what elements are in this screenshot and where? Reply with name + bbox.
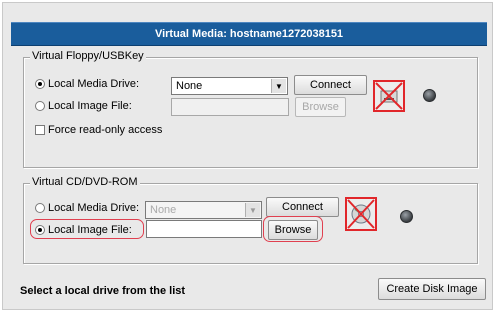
floppy-connect-button[interactable]: Connect xyxy=(294,75,367,95)
floppy-local-media-drive-label: Local Media Drive: xyxy=(48,78,140,90)
floppy-local-image-file-radio[interactable] xyxy=(35,101,45,111)
cdrom-image-path-input[interactable] xyxy=(146,220,262,238)
floppy-media-drive-select[interactable]: None ▼ xyxy=(171,77,288,95)
cdrom-local-media-drive-radio[interactable] xyxy=(35,203,45,213)
cdrom-local-image-file-radio[interactable] xyxy=(35,225,45,235)
cd-dvd-legend: Virtual CD/DVD-ROM xyxy=(30,176,140,188)
floppy-local-media-drive-option[interactable]: Local Media Drive: xyxy=(35,78,139,90)
cdrom-local-media-drive-option[interactable]: Local Media Drive: xyxy=(35,202,139,214)
force-readonly-checkbox[interactable] xyxy=(35,125,45,135)
cdrom-status-led-icon xyxy=(400,210,413,223)
cdrom-local-image-file-label: Local Image File: xyxy=(48,224,132,236)
floppy-image-path-input[interactable] xyxy=(171,98,289,116)
floppy-media-drive-value: None xyxy=(176,80,203,92)
cdrom-media-drive-select[interactable]: None ▼ xyxy=(145,201,262,219)
window-title: Virtual Media: hostname1272038151 xyxy=(11,22,487,46)
floppy-local-media-drive-radio[interactable] xyxy=(35,79,45,89)
floppy-usb-legend: Virtual Floppy/USBKey xyxy=(30,50,146,62)
floppy-local-image-file-option[interactable]: Local Image File: xyxy=(35,100,132,112)
cdrom-local-media-drive-label: Local Media Drive: xyxy=(48,202,140,214)
disconnected-drive-icon xyxy=(373,80,405,112)
disconnected-disc-icon xyxy=(345,197,377,231)
cdrom-browse-button[interactable]: Browse xyxy=(268,220,318,240)
floppy-status-led-icon xyxy=(423,89,436,102)
cdrom-media-drive-value: None xyxy=(150,204,177,216)
disconnected-disc-glyph xyxy=(347,199,375,229)
cdrom-local-image-file-option[interactable]: Local Image File: xyxy=(35,224,132,236)
disconnected-drive-glyph xyxy=(375,82,403,110)
chevron-down-icon[interactable]: ▼ xyxy=(245,203,260,217)
status-message: Select a local drive from the list xyxy=(20,285,186,297)
force-readonly-option[interactable]: Force read-only access xyxy=(35,124,162,136)
create-disk-image-button[interactable]: Create Disk Image xyxy=(378,278,486,300)
floppy-local-image-file-label: Local Image File: xyxy=(48,100,132,112)
cdrom-connect-button[interactable]: Connect xyxy=(266,197,339,217)
force-readonly-label: Force read-only access xyxy=(48,124,163,136)
chevron-down-icon[interactable]: ▼ xyxy=(271,79,286,93)
floppy-browse-button[interactable]: Browse xyxy=(295,97,346,117)
